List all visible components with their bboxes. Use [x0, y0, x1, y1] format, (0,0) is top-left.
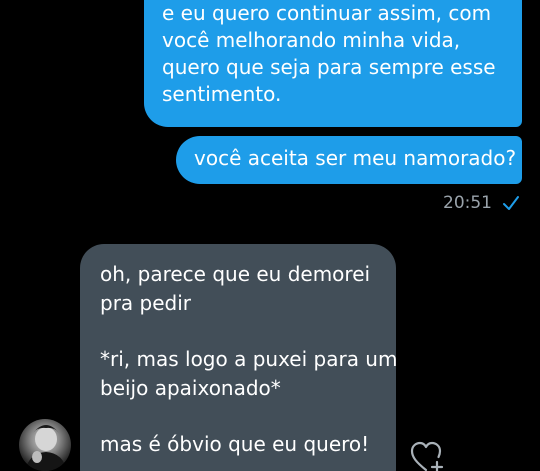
message-timestamp: 20:51: [443, 193, 492, 213]
message-paragraph: oh, parece que eu demorei pra pedir: [100, 260, 378, 318]
avatar[interactable]: [19, 419, 71, 471]
heart-plus-icon[interactable]: [410, 440, 446, 471]
message-line: você melhorando minha vida,: [162, 28, 461, 52]
message-line: você aceita ser meu namorado?: [194, 146, 517, 170]
message-line: *ri, mas logo a puxei para um: [100, 347, 398, 371]
outgoing-message-bubble[interactable]: você aceita ser meu namorado?: [176, 136, 522, 184]
avatar-photo: [25, 425, 67, 471]
message-line: beijo apaixonado*: [100, 376, 281, 400]
chat-screen: e eu quero continuar assim, com você mel…: [0, 0, 540, 471]
message-paragraph: mas é óbvio que eu quero!: [100, 430, 378, 459]
message-line: e eu quero continuar assim, com: [162, 1, 492, 25]
message-line: mas é óbvio que eu quero!: [100, 432, 370, 456]
message-line: sentimento.: [162, 82, 282, 106]
message-meta: 20:51: [443, 193, 520, 213]
message-line: pra pedir: [100, 291, 192, 315]
check-icon: [503, 196, 519, 210]
incoming-message-bubble[interactable]: oh, parece que eu demorei pra pedir *ri,…: [80, 244, 398, 471]
message-line: quero que seja para sempre esse: [162, 55, 496, 79]
outgoing-message-bubble[interactable]: e eu quero continuar assim, com você mel…: [144, 0, 522, 127]
message-line: oh, parece que eu demorei: [100, 262, 371, 286]
message-paragraph: *ri, mas logo a puxei para um beijo apai…: [100, 345, 398, 403]
